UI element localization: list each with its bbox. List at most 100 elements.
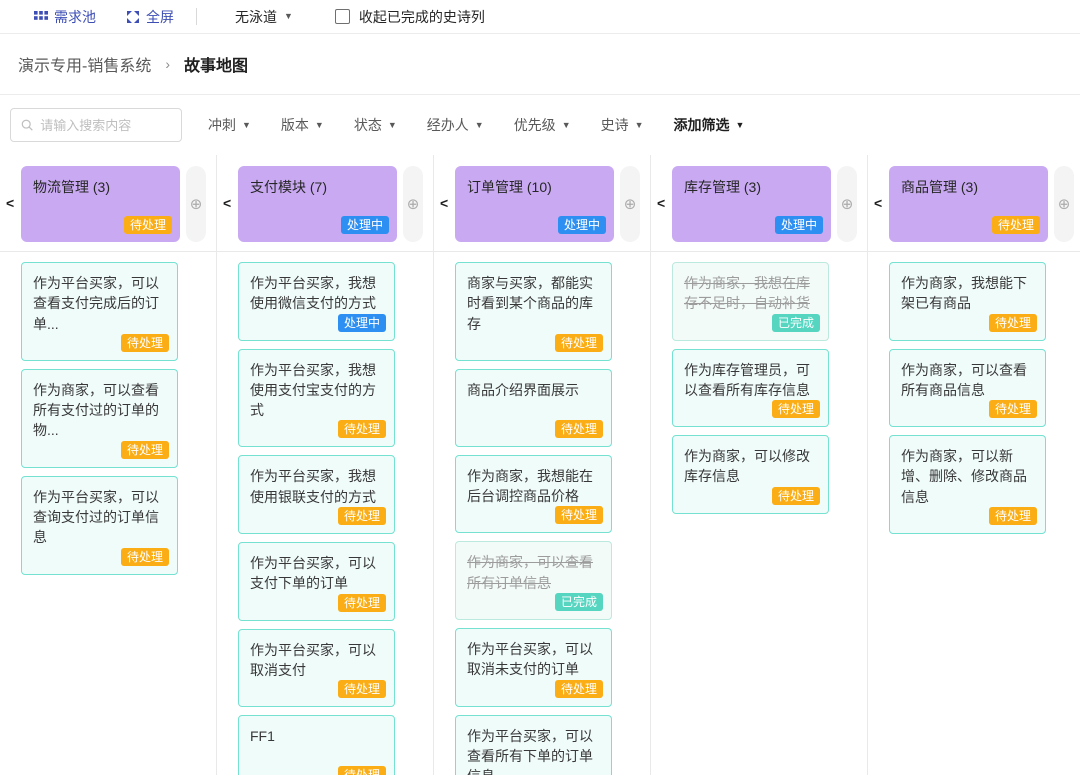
filter-dropdown-label: 优先级 [514, 115, 556, 135]
status-badge: 待处理 [772, 487, 820, 505]
status-badge: 待处理 [338, 766, 386, 775]
status-badge: 待处理 [338, 420, 386, 438]
story-card-text: 作为商家，我想在库存不足时，自动补货 [684, 273, 818, 314]
status-badge: 待处理 [338, 680, 386, 698]
epic-header: < 商品管理 (3)待处理⊕ [868, 155, 1080, 252]
swimlane-dropdown[interactable]: 无泳道 ▼ [235, 7, 293, 27]
status-badge: 待处理 [989, 314, 1037, 332]
fullscreen-button[interactable]: 全屏 [126, 7, 174, 27]
chevron-down-icon: ▼ [284, 12, 293, 21]
story-card[interactable]: 作为商家，可以查看所有订单信息已完成 [455, 541, 612, 620]
filter-dropdown-冲刺[interactable]: 冲刺▼ [208, 115, 251, 135]
collapse-completed-checkbox-group[interactable]: 收起已完成的史诗列 [335, 7, 485, 27]
swimlane-label: 无泳道 [235, 7, 277, 27]
story-card-text: 作为商家，可以查看所有订单信息 [467, 552, 601, 593]
breadcrumb-separator-icon: › [165, 56, 170, 72]
story-card[interactable]: 作为平台买家，我想使用银联支付的方式待处理 [238, 455, 395, 534]
story-card-list: 作为平台买家，可以查看支付完成后的订单...待处理作为商家，可以查看所有支付过的… [0, 252, 216, 575]
story-card[interactable]: 作为平台买家，可以查询支付过的订单信息待处理 [21, 476, 178, 575]
filter-dropdown-label: 版本 [281, 115, 309, 135]
story-card[interactable]: 作为库存管理员，可以查看所有库存信息待处理 [672, 349, 829, 428]
story-card[interactable]: 作为商家，可以查看所有支付过的订单的物...待处理 [21, 369, 178, 468]
chevron-down-icon: ▼ [562, 121, 571, 130]
story-card-text: 作为平台买家，可以查看支付完成后的订单... [33, 273, 167, 334]
story-card[interactable]: 作为平台买家，可以查看所有下单的订单信息待处理 [455, 715, 612, 775]
requirement-pool-button[interactable]: 需求池 [34, 7, 96, 27]
epic-card[interactable]: 订单管理 (10)处理中 [455, 166, 614, 242]
collapse-column-icon[interactable]: < [223, 195, 231, 211]
story-card[interactable]: 作为商家，可以查看所有商品信息待处理 [889, 349, 1046, 428]
story-card[interactable]: 作为平台买家，可以取消未支付的订单待处理 [455, 628, 612, 707]
story-card-list: 作为商家，我想在库存不足时，自动补货已完成作为库存管理员，可以查看所有库存信息待… [651, 252, 867, 514]
story-card[interactable]: 作为平台买家，我想使用微信支付的方式处理中 [238, 262, 395, 341]
epic-card[interactable]: 商品管理 (3)待处理 [889, 166, 1048, 242]
chevron-down-icon: ▼ [242, 121, 251, 130]
story-card-text: 作为商家，我想能下架已有商品 [901, 273, 1035, 314]
collapse-completed-label: 收起已完成的史诗列 [359, 7, 485, 27]
add-story-button[interactable]: ⊕ [186, 166, 206, 242]
collapse-column-icon[interactable]: < [657, 195, 665, 211]
story-card[interactable]: 作为平台买家，可以查看支付完成后的订单...待处理 [21, 262, 178, 361]
epic-column: <支付模块 (7)处理中⊕作为平台买家，我想使用微信支付的方式处理中作为平台买家… [217, 155, 434, 775]
filter-dropdown-优先级[interactable]: 优先级 ▼ [514, 115, 571, 135]
story-card-text: 作为平台买家，可以取消支付 [250, 640, 384, 681]
status-badge: 处理中 [338, 314, 386, 332]
epic-header: < 物流管理 (3)待处理⊕ [0, 155, 216, 252]
add-story-button[interactable]: ⊕ [1054, 166, 1074, 242]
checkbox[interactable] [335, 9, 350, 24]
story-card[interactable]: 作为商家，我想在库存不足时，自动补货已完成 [672, 262, 829, 341]
epic-header: < 订单管理 (10)处理中⊕ [434, 155, 650, 252]
status-badge: 待处理 [555, 680, 603, 698]
filter-dropdown-史诗[interactable]: 史诗▼ [601, 115, 644, 135]
status-badge: 已完成 [555, 593, 603, 611]
story-card-text: 作为平台买家，可以取消未支付的订单 [467, 639, 601, 680]
search-icon [21, 118, 33, 132]
chevron-down-icon: ▼ [736, 121, 745, 130]
plus-circle-icon: ⊕ [407, 195, 420, 213]
plus-circle-icon: ⊕ [841, 195, 854, 213]
add-story-button[interactable]: ⊕ [837, 166, 857, 242]
status-badge: 待处理 [121, 548, 169, 566]
filter-dropdown-经办人[interactable]: 经办人▼ [427, 115, 484, 135]
story-card-text: 作为商家，我想能在后台调控商品价格 [467, 466, 601, 507]
collapse-column-icon[interactable]: < [440, 195, 448, 211]
epic-title: 物流管理 (3) [33, 177, 168, 197]
chevron-down-icon: ▼ [388, 121, 397, 130]
search-input[interactable] [40, 118, 171, 133]
story-card-text: 作为商家，可以修改库存信息 [684, 446, 818, 487]
story-card-list: 商家与买家，都能实时看到某个商品的库存待处理商品介绍界面展示待处理作为商家，我想… [434, 252, 650, 775]
status-badge: 待处理 [555, 506, 603, 524]
breadcrumb-project[interactable]: 演示专用-销售系统 [18, 52, 151, 76]
collapse-column-icon[interactable]: < [874, 195, 882, 211]
epic-card[interactable]: 库存管理 (3)处理中 [672, 166, 831, 242]
add-story-button[interactable]: ⊕ [403, 166, 423, 242]
status-badge: 待处理 [338, 594, 386, 612]
story-card[interactable]: FF1待处理 [238, 715, 395, 775]
story-card[interactable]: 作为平台买家，可以取消支付待处理 [238, 629, 395, 708]
story-card[interactable]: 作为平台买家，我想使用支付宝支付的方式待处理 [238, 349, 395, 448]
status-badge: 待处理 [555, 420, 603, 438]
story-card[interactable]: 作为商家，我想能下架已有商品待处理 [889, 262, 1046, 341]
add-filter-label: 添加筛选 [674, 115, 730, 135]
story-card[interactable]: 作为商家，我想能在后台调控商品价格待处理 [455, 455, 612, 534]
search-box[interactable] [10, 108, 182, 142]
collapse-column-icon[interactable]: < [6, 195, 14, 211]
story-card[interactable]: 作为商家，可以新增、删除、修改商品信息待处理 [889, 435, 1046, 534]
story-card[interactable]: 作为商家，可以修改库存信息待处理 [672, 435, 829, 514]
epic-card[interactable]: 支付模块 (7)处理中 [238, 166, 397, 242]
add-filter-button[interactable]: 添加筛选 ▼ [674, 115, 745, 135]
epic-status-badge: 处理中 [341, 216, 389, 234]
breadcrumb: 演示专用-销售系统 › 故事地图 [0, 34, 1080, 95]
story-card-text: 作为平台买家，我想使用银联支付的方式 [250, 466, 384, 507]
story-card-text: 作为库存管理员，可以查看所有库存信息 [684, 360, 818, 401]
add-story-button[interactable]: ⊕ [620, 166, 640, 242]
filter-dropdown-版本[interactable]: 版本▼ [281, 115, 324, 135]
filter-dropdowns: 冲刺▼版本▼状态▼经办人▼优先级▼史诗▼ [208, 115, 644, 135]
epic-column: <商品管理 (3)待处理⊕作为商家，我想能下架已有商品待处理作为商家，可以查看所… [868, 155, 1080, 775]
story-card[interactable]: 作为平台买家，可以支付下单的订单待处理 [238, 542, 395, 621]
story-card[interactable]: 商家与买家，都能实时看到某个商品的库存待处理 [455, 262, 612, 361]
story-card[interactable]: 商品介绍界面展示待处理 [455, 369, 612, 447]
filter-dropdown-状态[interactable]: 状态▼ [354, 115, 397, 135]
epic-card[interactable]: 物流管理 (3)待处理 [21, 166, 180, 242]
epic-column: <物流管理 (3)待处理⊕作为平台买家，可以查看支付完成后的订单...待处理作为… [0, 155, 217, 775]
